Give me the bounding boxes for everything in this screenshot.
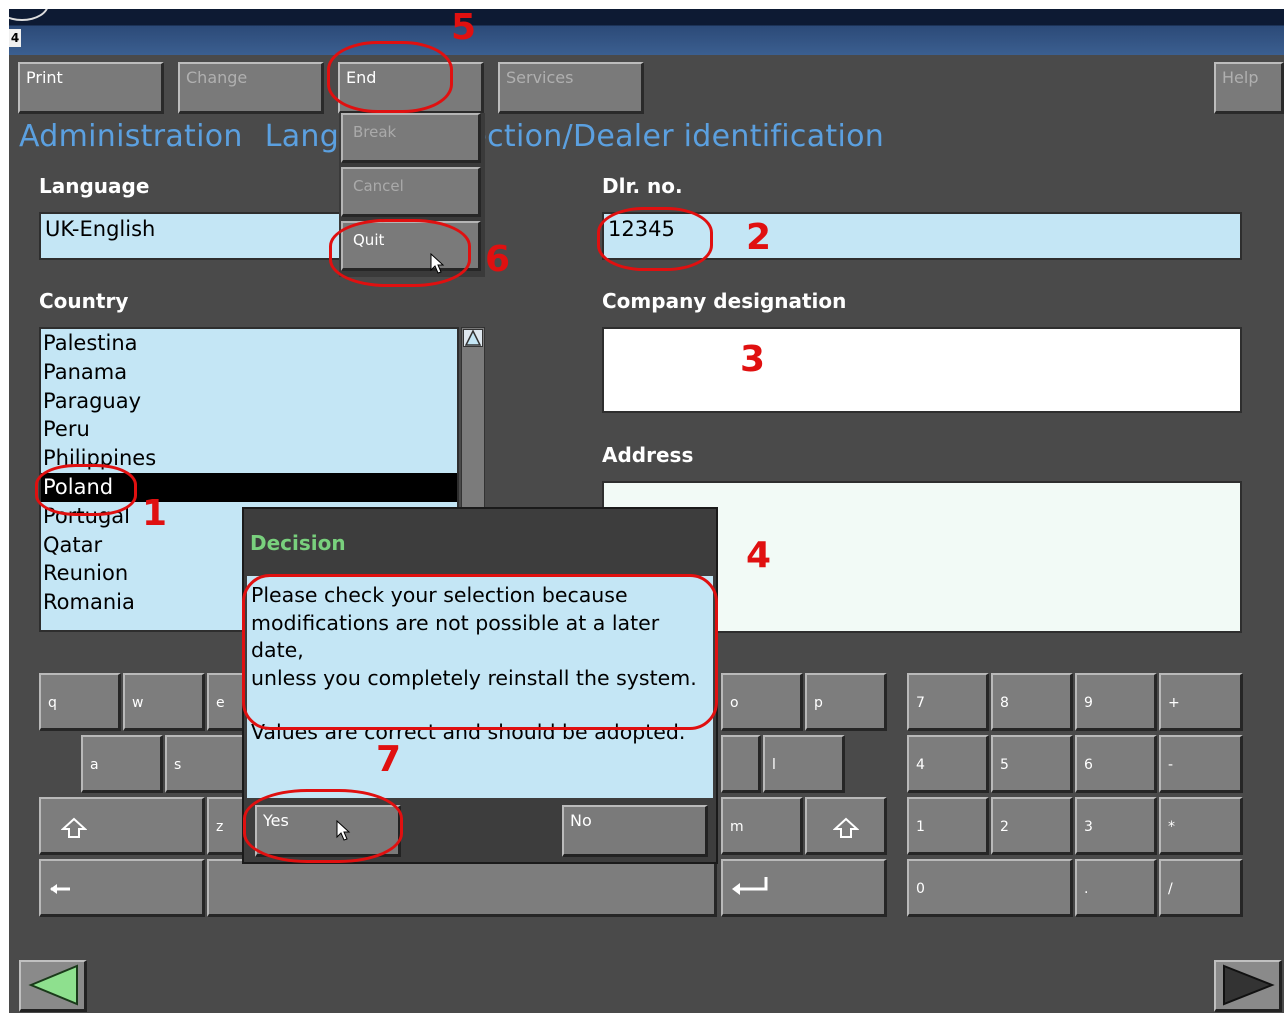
key-z[interactable]: z (207, 797, 247, 855)
back-button[interactable] (19, 960, 87, 1012)
annotation-number: 2 (746, 217, 772, 258)
company-input[interactable] (602, 327, 1242, 413)
annotation-circle (243, 789, 403, 863)
company-label: Company designation (602, 289, 847, 313)
shift-arrow-icon (832, 817, 860, 838)
key-7[interactable]: 7 (907, 673, 989, 731)
key-decimal[interactable]: . (1075, 859, 1157, 917)
annotation-number: 5 (451, 9, 477, 48)
language-label: Language (39, 174, 150, 198)
key-divide[interactable]: / (1159, 859, 1243, 917)
enter-key[interactable] (721, 859, 887, 917)
key-w[interactable]: w (123, 673, 205, 731)
shift-arrow-icon (60, 817, 88, 838)
backspace-key[interactable] (39, 859, 205, 917)
key-4[interactable]: 4 (907, 735, 989, 793)
key-p[interactable]: p (805, 673, 887, 731)
backspace-arrow-icon (50, 884, 70, 894)
key-minus[interactable]: - (1159, 735, 1243, 793)
key-0[interactable]: 0 (907, 859, 1073, 917)
annotation-circle (242, 574, 718, 730)
key-s[interactable]: s (165, 735, 247, 793)
annotation-number: 4 (746, 535, 772, 576)
key-3[interactable]: 3 (1075, 797, 1157, 855)
app-screen: 4 Print Change End Services Help Adminis… (9, 9, 1284, 1013)
annotation-circle (597, 207, 713, 271)
key-plus[interactable]: + (1159, 673, 1243, 731)
annotation-number: 6 (485, 239, 511, 280)
key-6[interactable]: 6 (1075, 735, 1157, 793)
logo-icon (9, 9, 49, 21)
enter-arrow-icon (732, 877, 768, 895)
no-button[interactable]: No (562, 805, 708, 857)
menu-item-cancel[interactable]: Cancel (341, 167, 481, 217)
annotation-number: 1 (142, 493, 168, 534)
key-k[interactable] (721, 735, 761, 793)
forward-button[interactable] (1214, 960, 1282, 1012)
address-label: Address (602, 443, 694, 467)
annotation-circle (329, 219, 471, 287)
annotation-number: 7 (376, 739, 402, 780)
arrow-left-icon (28, 964, 78, 1006)
list-item[interactable]: Paraguay (41, 387, 457, 416)
key-multiply[interactable]: * (1159, 797, 1243, 855)
shift-left-key[interactable] (39, 797, 205, 855)
services-button[interactable]: Services (498, 62, 644, 114)
annotation-number: 3 (740, 339, 766, 380)
page-title-section: Administration (19, 119, 243, 154)
key-5[interactable]: 5 (991, 735, 1073, 793)
key-2[interactable]: 2 (991, 797, 1073, 855)
help-button[interactable]: Help (1214, 62, 1284, 114)
shift-right-key[interactable] (805, 797, 887, 855)
annotation-circle (327, 41, 453, 113)
annotation-circle (35, 464, 137, 516)
key-1[interactable]: 1 (907, 797, 989, 855)
list-item[interactable]: Palestina (41, 329, 457, 358)
key-8[interactable]: 8 (991, 673, 1073, 731)
key-9[interactable]: 9 (1075, 673, 1157, 731)
list-item[interactable]: Panama (41, 358, 457, 387)
window-number: 4 (9, 29, 21, 47)
list-item[interactable]: Peru (41, 415, 457, 444)
key-a[interactable]: a (81, 735, 163, 793)
dealer-number-label: Dlr. no. (602, 174, 683, 198)
scroll-up-button[interactable] (463, 329, 483, 347)
space-key[interactable] (207, 859, 717, 917)
change-button[interactable]: Change (178, 62, 324, 114)
key-o[interactable]: o (721, 673, 803, 731)
triangle-up-icon (464, 329, 482, 346)
title-bar: 4 (9, 9, 1284, 55)
arrow-right-icon (1223, 964, 1275, 1006)
menu-item-break[interactable]: Break (341, 113, 481, 163)
dialog-title: Decision (250, 531, 346, 555)
country-label: Country (39, 289, 129, 313)
print-button[interactable]: Print (18, 62, 164, 114)
key-m[interactable]: m (721, 797, 803, 855)
key-l[interactable]: l (763, 735, 845, 793)
key-q[interactable]: q (39, 673, 121, 731)
